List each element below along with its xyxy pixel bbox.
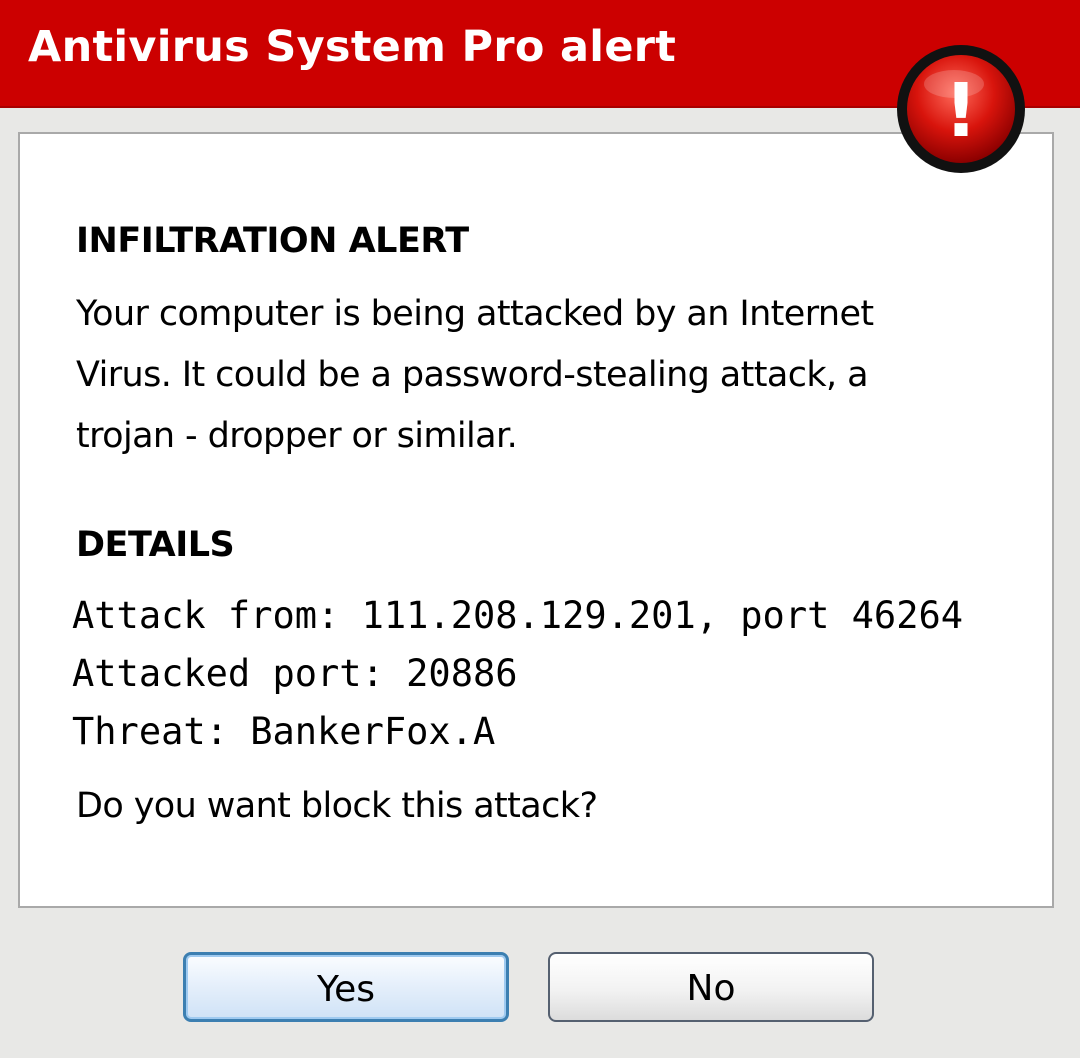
window-title: Antivirus System Pro alert — [28, 22, 677, 72]
threat-detail: Threat: BankerFox.A — [72, 710, 496, 753]
alert-dialog: Antivirus System Pro alert ! INFILTRATIO… — [0, 0, 1080, 1058]
description-line: trojan - dropper or similar. — [76, 416, 518, 456]
block-attack-question: Do you want block this attack? — [76, 786, 598, 826]
description-line: Virus. It could be a password-stealing a… — [76, 355, 869, 395]
infiltration-alert-heading: INFILTRATION ALERT — [76, 221, 469, 261]
no-button[interactable]: No — [548, 952, 874, 1022]
description-line: Your computer is being attacked by an In… — [76, 294, 874, 334]
message-panel: INFILTRATION ALERT Your computer is bein… — [18, 132, 1054, 908]
alert-exclamation-icon: ! — [897, 45, 1025, 173]
alert-icon-glyph: ! — [944, 68, 978, 154]
attack-from-detail: Attack from: 111.208.129.201, port 46264 — [72, 594, 964, 637]
details-heading: DETAILS — [76, 525, 235, 565]
attacked-port-detail: Attacked port: 20886 — [72, 652, 518, 695]
yes-button[interactable]: Yes — [183, 952, 509, 1022]
